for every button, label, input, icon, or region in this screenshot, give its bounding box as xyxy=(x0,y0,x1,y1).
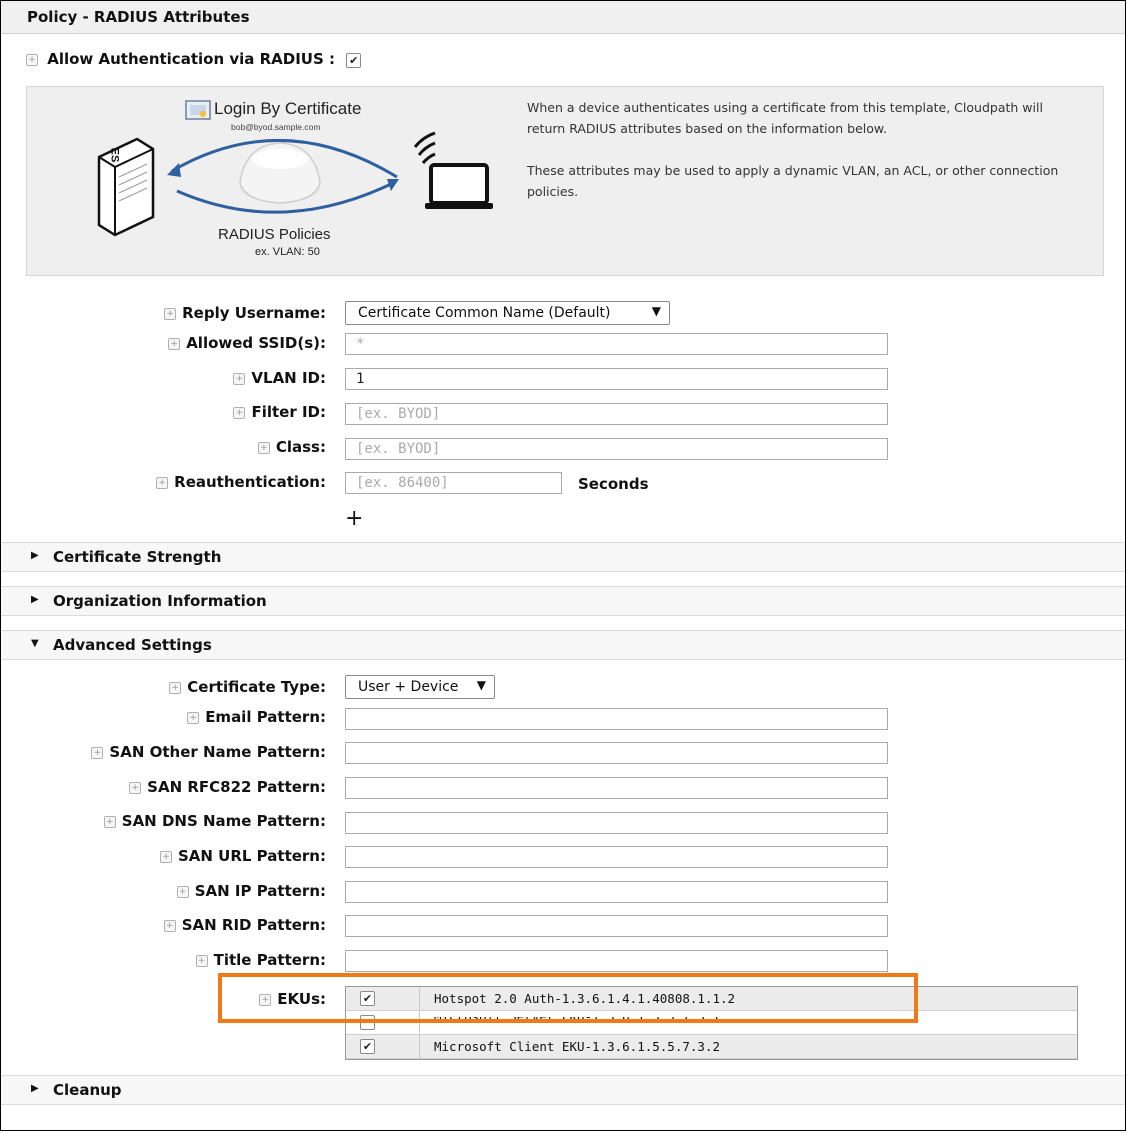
expand-icon[interactable]: + xyxy=(163,919,176,932)
expand-icon[interactable]: + xyxy=(176,885,189,898)
san-other-name-input[interactable] xyxy=(345,742,888,764)
dropdown-arrow-icon: ▼ xyxy=(476,678,486,692)
section-organization-information[interactable]: ▶ Organization Information xyxy=(1,586,1125,616)
san-dns-name-input[interactable] xyxy=(345,812,888,834)
reauthentication-unit: Seconds xyxy=(578,475,649,493)
expand-icon[interactable]: + xyxy=(233,406,246,419)
vlan-id-input[interactable]: 1 xyxy=(345,368,888,390)
certificate-type-select[interactable]: User + Device ▼ xyxy=(345,675,495,699)
caret-right-icon: ▶ xyxy=(31,594,39,605)
eku-row[interactable]: ✔ Microsoft Client EKU-1.3.6.1.5.5.7.3.2 xyxy=(346,1035,1077,1059)
vlan-id-label: + VLAN ID: xyxy=(233,369,326,387)
info-description-1: When a device authenticates using a cert… xyxy=(527,100,1043,136)
class-input[interactable]: [ex. BYOD] xyxy=(345,438,888,460)
expand-icon[interactable]: + xyxy=(159,850,172,863)
reply-username-label: + Reply Username: xyxy=(164,304,326,322)
san-rid-label: + SAN RID Pattern: xyxy=(163,916,326,934)
eku-text: Microsoft Client EKU-1.3.6.1.5.5.7.3.2 xyxy=(434,1039,720,1054)
san-url-label: + SAN URL Pattern: xyxy=(159,847,326,865)
email-pattern-input[interactable] xyxy=(345,708,888,730)
title-pattern-input[interactable] xyxy=(345,950,888,972)
filter-id-label: + Filter ID: xyxy=(233,403,326,421)
section-advanced-settings[interactable]: ▼ Advanced Settings xyxy=(1,630,1125,660)
reauthentication-label: + Reauthentication: xyxy=(156,473,326,491)
radius-policies-title: RADIUS Policies xyxy=(218,226,331,243)
email-pattern-label: + Email Pattern: xyxy=(187,708,326,726)
san-url-input[interactable] xyxy=(345,846,888,868)
login-by-certificate-title: Login By Certificate xyxy=(214,99,362,118)
login-user: bob@byod.sample.com xyxy=(231,122,321,132)
expand-icon[interactable]: + xyxy=(187,711,200,724)
server-label: ES xyxy=(108,147,121,163)
dropdown-arrow-icon: ▼ xyxy=(651,304,661,318)
expand-icon[interactable]: + xyxy=(169,681,182,694)
page-title: Policy - RADIUS Attributes xyxy=(27,8,250,26)
highlight-box xyxy=(218,973,918,1023)
reply-username-select[interactable]: Certificate Common Name (Default) ▼ xyxy=(345,301,670,325)
certificate-type-label: + Certificate Type: xyxy=(169,678,326,696)
allow-auth-label: Allow Authentication via RADIUS : xyxy=(47,50,336,68)
san-rid-input[interactable] xyxy=(345,915,888,937)
add-attribute-button[interactable]: + xyxy=(345,506,363,531)
class-label: + Class: xyxy=(257,438,326,456)
caret-right-icon: ▶ xyxy=(31,1083,39,1094)
expand-icon[interactable]: + xyxy=(129,781,142,794)
expand-icon[interactable]: + xyxy=(26,53,38,66)
info-description: When a device authenticates using a cert… xyxy=(527,97,1067,202)
expand-icon[interactable]: + xyxy=(257,441,270,454)
reauthentication-input[interactable]: [ex. 86400] xyxy=(345,472,562,494)
allowed-ssids-input[interactable]: * xyxy=(345,333,888,355)
expand-icon[interactable]: + xyxy=(156,476,169,489)
section-certificate-strength[interactable]: ▶ Certificate Strength xyxy=(1,542,1125,572)
allow-auth-checkbox[interactable]: ✔ xyxy=(346,53,362,68)
caret-down-icon: ▼ xyxy=(31,638,39,649)
title-pattern-label: + Title Pattern: xyxy=(195,951,326,969)
expand-icon[interactable]: + xyxy=(103,815,116,828)
san-other-name-label: + SAN Other Name Pattern: xyxy=(91,743,326,761)
san-dns-name-label: + SAN DNS Name Pattern: xyxy=(103,812,326,830)
san-rfc822-label: + SAN RFC822 Pattern: xyxy=(129,778,326,796)
caret-right-icon: ▶ xyxy=(31,550,39,561)
allowed-ssids-label: + Allowed SSID(s): xyxy=(168,334,326,352)
expand-icon[interactable]: + xyxy=(91,746,104,759)
expand-icon[interactable]: + xyxy=(195,954,208,967)
san-ip-input[interactable] xyxy=(345,881,888,903)
expand-icon[interactable]: + xyxy=(233,372,246,385)
filter-id-input[interactable]: [ex. BYOD] xyxy=(345,403,888,425)
info-panel: Login By Certificate bob@byod.sample.com… xyxy=(26,86,1104,276)
san-rfc822-input[interactable] xyxy=(345,777,888,799)
allow-auth-row: + Allow Authentication via RADIUS : ✔ xyxy=(26,50,362,68)
san-ip-label: + SAN IP Pattern: xyxy=(176,882,326,900)
expand-icon[interactable]: + xyxy=(168,337,181,350)
expand-icon[interactable]: + xyxy=(164,307,177,320)
info-description-2: These attributes may be used to apply a … xyxy=(527,163,1059,199)
section-cleanup[interactable]: ▶ Cleanup xyxy=(1,1075,1125,1105)
radius-policies-example: ex. VLAN: 50 xyxy=(255,246,320,258)
policy-header: Policy - RADIUS Attributes xyxy=(1,1,1125,34)
eku-checkbox[interactable]: ✔ xyxy=(360,1039,375,1054)
